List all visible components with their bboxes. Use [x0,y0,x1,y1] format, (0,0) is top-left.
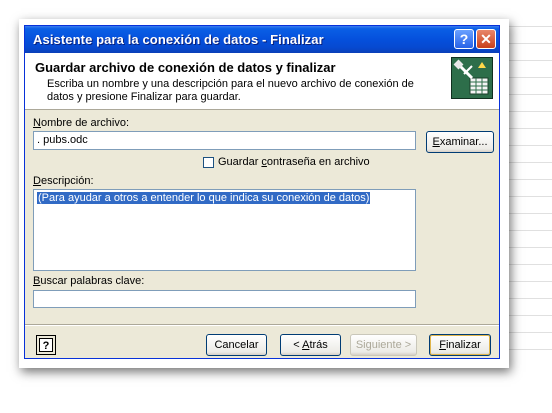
wizard-step-title: Guardar archivo de conexión de datos y f… [35,60,336,75]
question-mark-icon: ? [39,338,53,352]
footer-separator [25,324,499,326]
help-title-button[interactable]: ? [454,29,474,49]
file-name-input[interactable]: . pubs.odc [33,131,416,150]
description-textarea[interactable]: (Para ayudar a otros a entender lo que i… [33,189,416,271]
wizard-header: Guardar archivo de conexión de datos y f… [25,53,499,110]
wizard-step-description: Escriba un nombre y una descripción para… [47,78,414,103]
title-bar[interactable]: Asistente para la conexión de datos - Fi… [25,26,499,53]
description-label: Descripción: [33,175,94,187]
window-title: Asistente para la conexión de datos - Fi… [33,32,324,47]
next-button[interactable]: Siguiente > [350,334,417,356]
cancel-button-label: Cancelar [214,339,259,351]
cancel-button[interactable]: Cancelar [206,334,267,356]
keywords-label: Buscar palabras clave: [33,275,145,287]
close-button[interactable]: ✕ [476,29,496,49]
file-name-value: . pubs.odc [37,134,88,146]
back-button[interactable]: < Atrás [280,334,341,356]
help-icon: ? [459,31,469,47]
browse-button-label: Examinar... [432,136,488,148]
svg-text:?: ? [43,340,50,352]
close-icon: ✕ [480,30,492,47]
save-password-checkbox[interactable] [203,157,214,168]
data-connection-wizard-icon [451,57,493,99]
keywords-input[interactable] [33,290,416,308]
back-button-label: < Atrás [293,339,328,351]
browse-button[interactable]: Examinar... [426,131,494,153]
next-button-label: Siguiente > [355,339,412,351]
description-value: (Para ayudar a otros a entender lo que i… [37,192,371,204]
finish-button-label: Finalizar [439,339,481,351]
data-connection-wizard-dialog: Asistente para la conexión de datos - Fi… [24,25,500,359]
save-password-label: Guardar contraseña en archivo [218,156,370,168]
help-button[interactable]: ? [36,335,56,355]
finish-button[interactable]: Finalizar [429,334,491,356]
file-name-label: Nombre de archivo: [33,117,129,129]
